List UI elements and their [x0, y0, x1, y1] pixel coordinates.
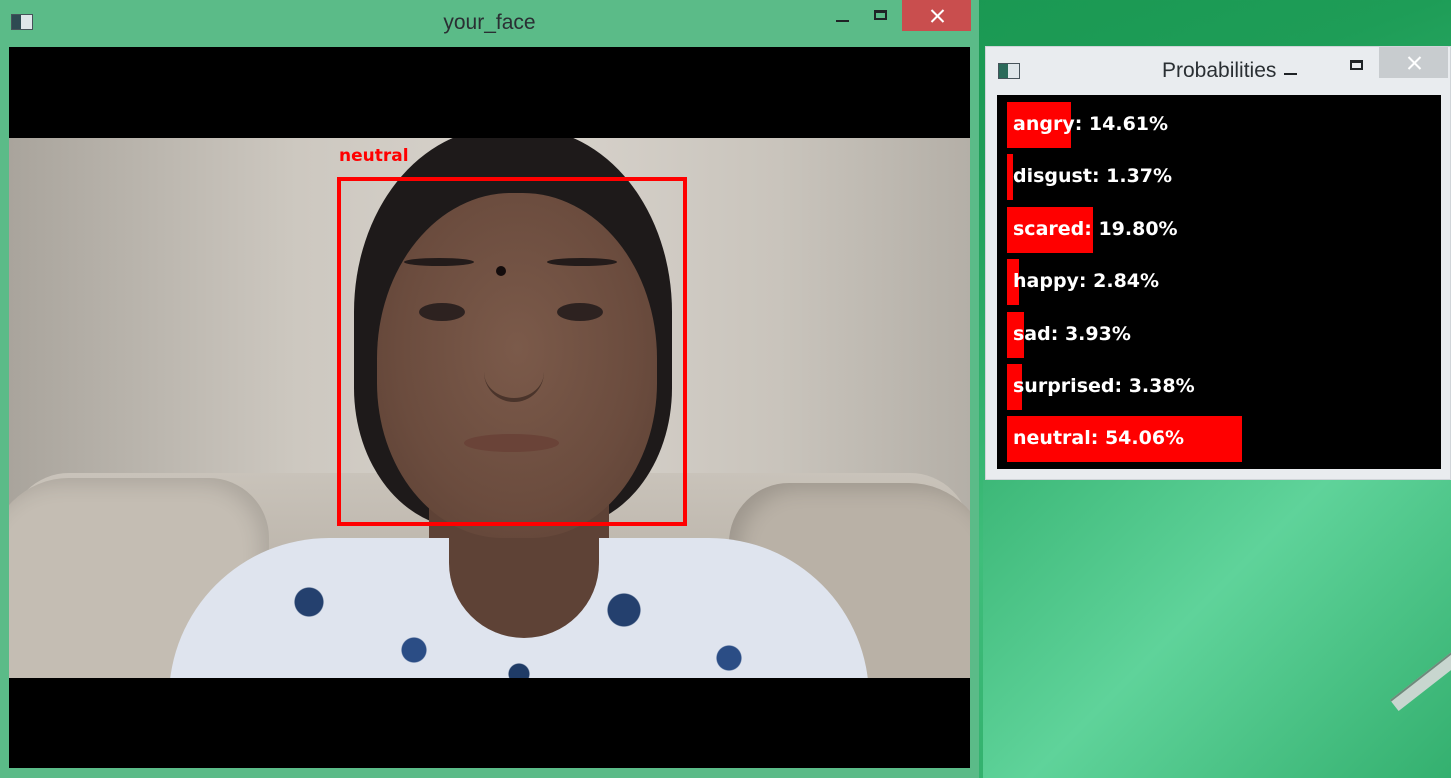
probability-row: happy: 2.84% — [997, 259, 1441, 306]
minimize-button[interactable] — [1278, 53, 1304, 84]
close-button[interactable] — [1379, 47, 1448, 78]
probabilities-window: Probabilities angry: 14.61% disgust: 1.37… — [985, 46, 1451, 480]
close-button[interactable] — [902, 0, 971, 31]
video-feed: neutral — [9, 47, 970, 768]
app-window-icon — [998, 63, 1020, 79]
probability-row: sad: 3.93% — [997, 311, 1441, 358]
your-face-titlebar[interactable]: your_face — [0, 0, 979, 46]
probability-row: scared: 19.80% — [997, 206, 1441, 253]
probability-row: surprised: 3.38% — [997, 364, 1441, 410]
probability-row: neutral: 54.06% — [997, 416, 1441, 463]
probability-label: sad: 3.93% — [1013, 322, 1131, 345]
probability-label: scared: 19.80% — [1013, 217, 1178, 240]
probability-label: surprised: 3.38% — [1013, 375, 1195, 397]
probability-label: disgust: 1.37% — [1013, 165, 1173, 188]
window-title: Probabilities — [1162, 59, 1277, 82]
maximize-button[interactable] — [1343, 51, 1373, 82]
probabilities-canvas: angry: 14.61% disgust: 1.37% scared: 19.80… — [997, 95, 1441, 469]
minimize-button[interactable] — [830, 0, 856, 31]
probability-label: neutral: 54.06% — [1013, 427, 1185, 450]
detection-label: neutral — [339, 146, 409, 166]
probability-label: happy: 2.84% — [1013, 270, 1160, 293]
desktop-background — [983, 480, 1451, 778]
probability-row: angry: 14.61% — [997, 102, 1441, 148]
face-detection-box — [337, 177, 687, 526]
maximize-button[interactable] — [867, 1, 897, 32]
your-face-window: your_face neutral — [0, 0, 979, 778]
probabilities-titlebar[interactable]: Probabilities — [986, 47, 1450, 93]
probability-label: angry: 14.61% — [1013, 113, 1169, 135]
probability-row: disgust: 1.37% — [997, 154, 1441, 201]
